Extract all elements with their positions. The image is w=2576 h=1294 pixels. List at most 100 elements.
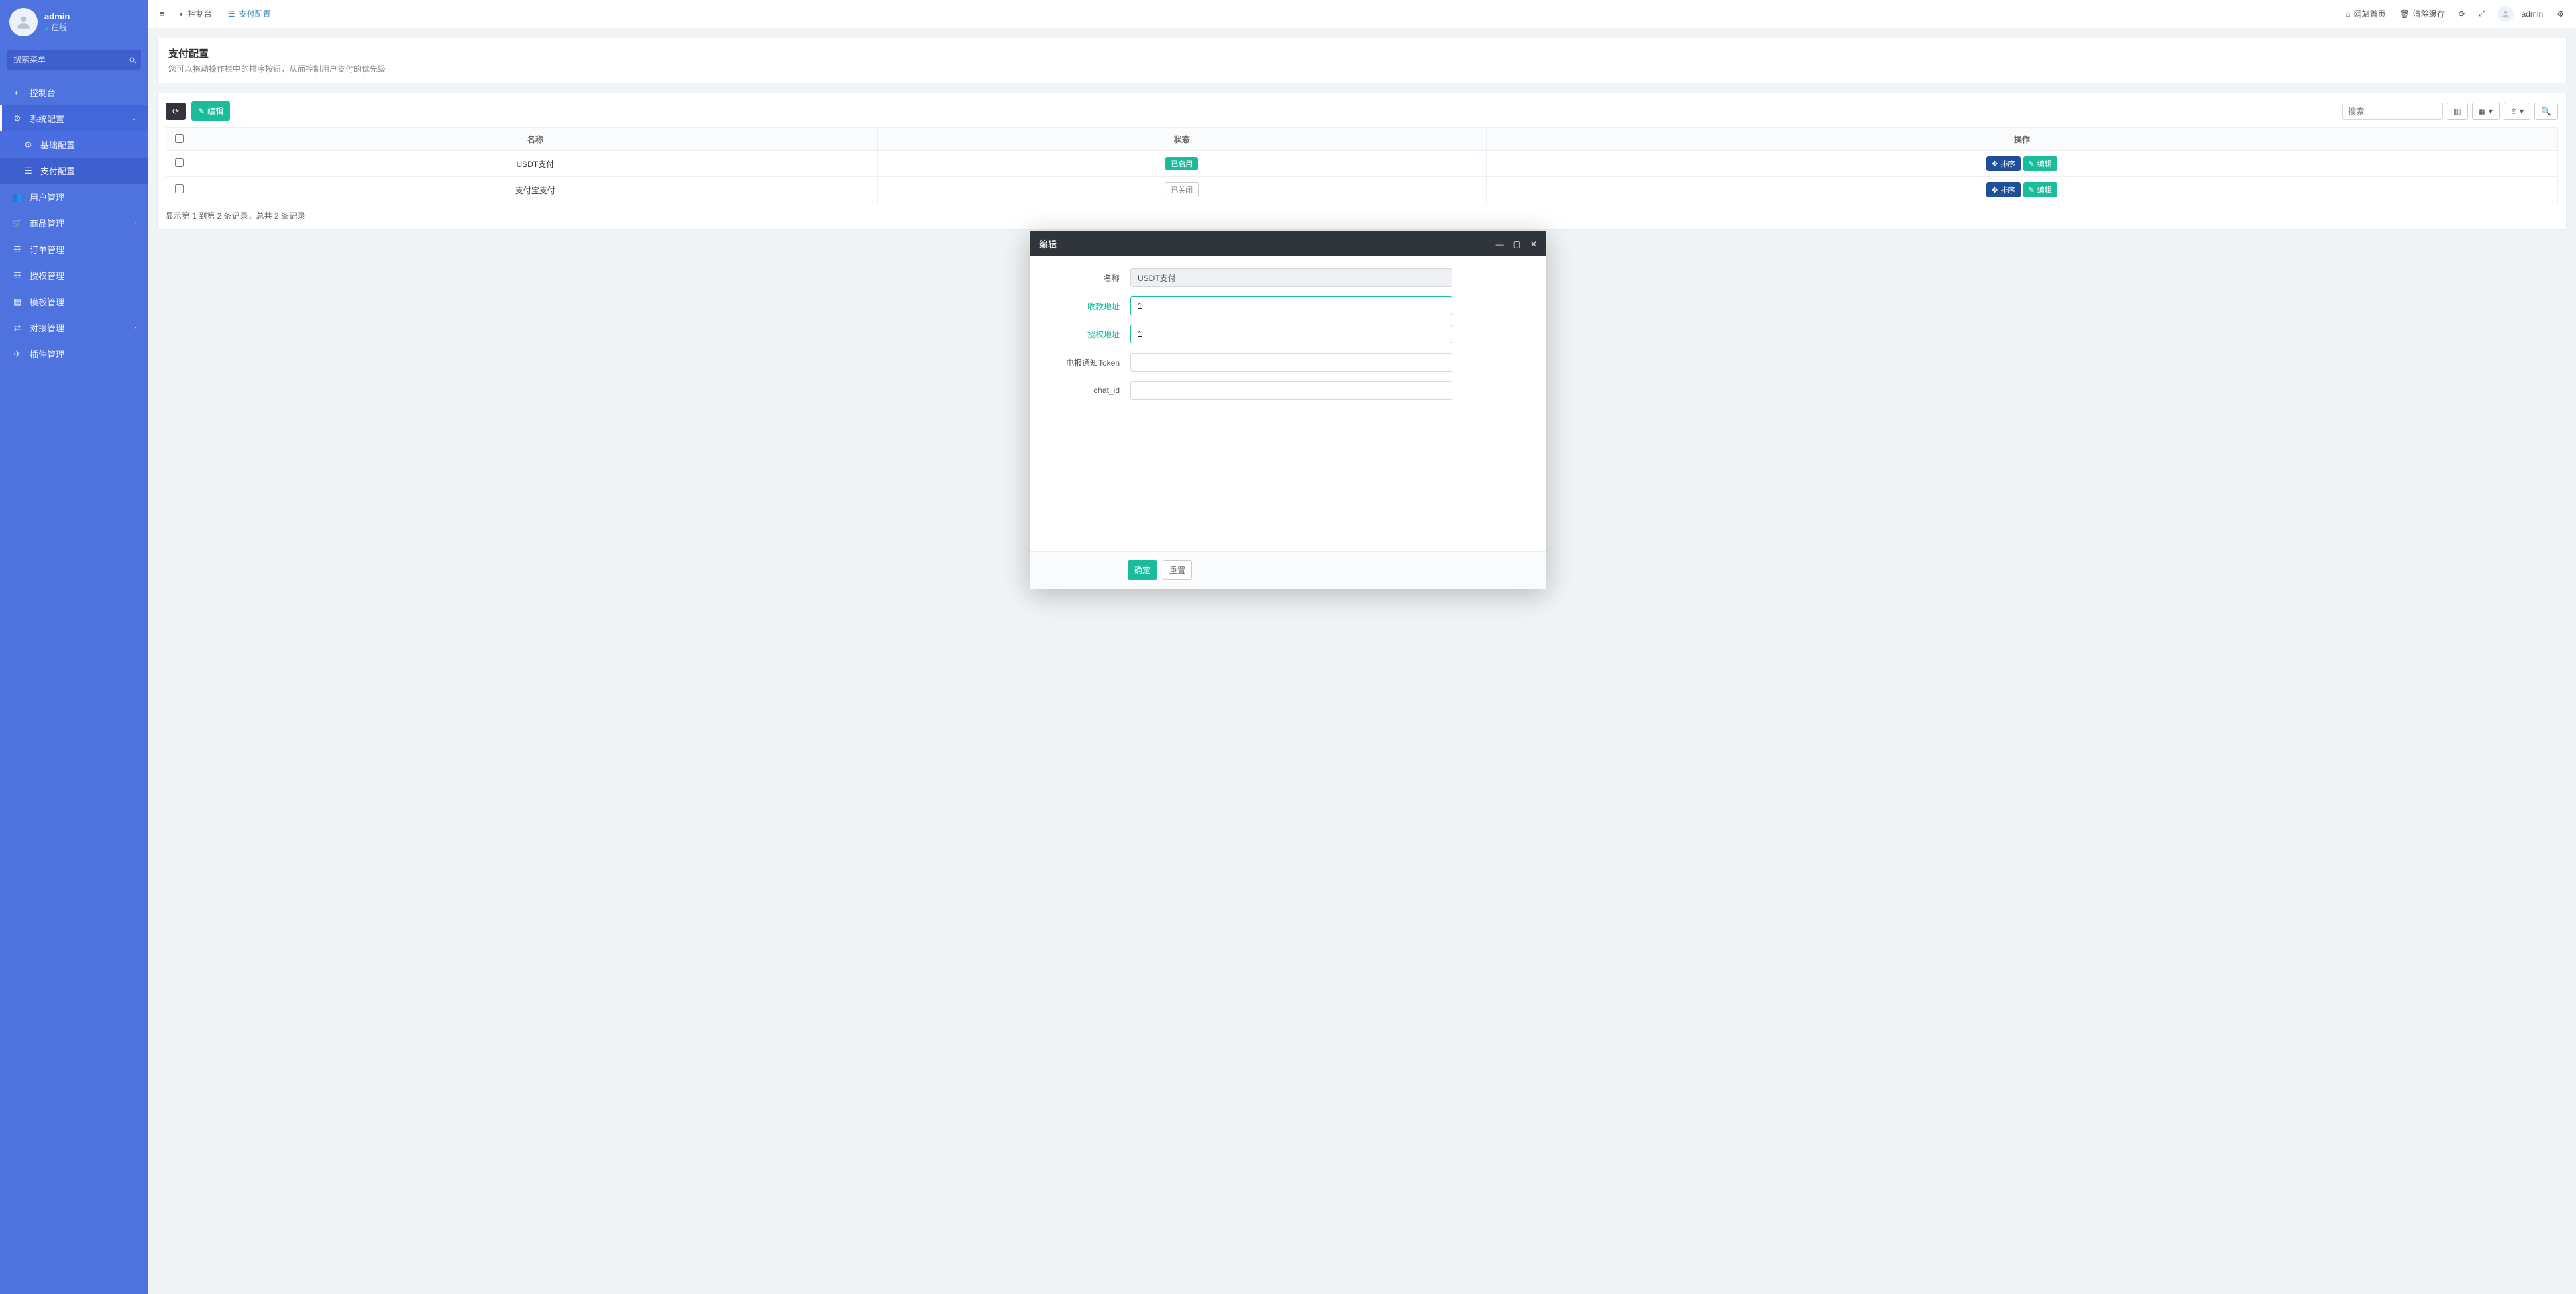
row-checkbox[interactable]	[175, 158, 184, 167]
page-title: 支付配置	[168, 46, 2555, 60]
menu-dashboard[interactable]: ◐ 控制台	[0, 79, 148, 105]
status-badge[interactable]: 已启用	[1165, 157, 1198, 170]
user-menu[interactable]: admin	[2516, 5, 2549, 23]
input-name[interactable]	[1130, 268, 1452, 287]
modal-header[interactable]: 编辑 — ▢ ✕	[1030, 231, 1546, 256]
row-edit-button[interactable]: ✎ 编辑	[2023, 156, 2057, 171]
gears-icon: ⚙	[2557, 9, 2564, 19]
page-subtitle: 您可以拖动操作栏中的排序按钮，从而控制用户支付的优先级	[168, 63, 2555, 74]
sort-button[interactable]: ✥ 排序	[1986, 182, 2021, 197]
col-status[interactable]: 状态	[877, 128, 1486, 151]
list-icon: ☲	[12, 270, 23, 281]
menu-label: 插件管理	[30, 347, 64, 360]
pencil-icon: ✎	[2029, 186, 2035, 195]
sidebar-menu: ◐控制台 ⚙系统配置⌄ ⚙基础配置 ☰支付配置 👥用户管理 🛒商品管理‹ ☲订单…	[0, 79, 148, 367]
template-icon: ▦	[12, 296, 23, 307]
edit-button[interactable]: ✎编辑	[191, 101, 230, 121]
dashboard-icon: ◐	[180, 9, 184, 19]
refresh-icon: ⟳	[172, 107, 179, 116]
link-label: 网站首页	[2354, 8, 2386, 19]
confirm-button[interactable]: 确定	[1128, 560, 1157, 580]
link-icon: ⇄	[12, 323, 23, 333]
refresh-table-button[interactable]: ⟳	[166, 103, 186, 120]
menu-users[interactable]: 👥用户管理	[0, 184, 148, 210]
refresh-button[interactable]: ⟳	[2453, 5, 2471, 23]
gear-icon: ⚙	[12, 113, 23, 124]
label-chat-id: chat_id	[1043, 386, 1130, 395]
modal-footer: 确定 重置	[1030, 551, 1546, 589]
label-telegram-token: 电报通知Token	[1043, 357, 1130, 368]
pager-info: 显示第 1 到第 2 条记录，总共 2 条记录	[166, 210, 2558, 221]
row-checkbox[interactable]	[175, 184, 184, 193]
chevron-left-icon: ‹	[135, 219, 137, 227]
menu-template[interactable]: ▦模板管理	[0, 288, 148, 315]
menu-search-button[interactable]	[124, 50, 141, 70]
payment-table: 名称 状态 操作 USDT支付已启用✥ 排序 ✎ 编辑支付宝支付已关闭✥ 排序 …	[166, 127, 2558, 203]
button-label: 编辑	[207, 105, 223, 117]
input-telegram-token[interactable]	[1130, 353, 1452, 372]
menu-search-input[interactable]	[7, 50, 124, 70]
sort-button[interactable]: ✥ 排序	[1986, 156, 2021, 171]
status-badge[interactable]: 已关闭	[1165, 182, 1199, 197]
link-label: 清除缓存	[2413, 8, 2445, 19]
view-toggle-button[interactable]: ▦ ▾	[2472, 103, 2500, 120]
pencil-icon: ✎	[198, 107, 205, 116]
grid-icon: ▦	[2479, 107, 2486, 116]
home-icon: ⌂	[2345, 9, 2350, 19]
col-name[interactable]: 名称	[193, 128, 878, 151]
menu-label: 用户管理	[30, 191, 64, 203]
move-icon: ✥	[1992, 160, 1998, 168]
tab-dashboard[interactable]: ◐控制台	[173, 4, 219, 23]
dashboard-icon: ◐	[12, 87, 23, 97]
menu-auth[interactable]: ☲ 授权管理	[0, 262, 148, 288]
row-edit-button[interactable]: ✎ 编辑	[2023, 182, 2057, 197]
label-auth-address: 授权地址	[1043, 329, 1130, 340]
table-row: USDT支付已启用✥ 排序 ✎ 编辑	[166, 151, 2558, 177]
input-auth-address[interactable]	[1130, 325, 1452, 343]
edit-modal: 编辑 — ▢ ✕ 名称 收款地址 授权地址 电报通知Token	[1030, 231, 1546, 589]
caret-down-icon: ▾	[2489, 107, 2493, 116]
toggle-sidebar-button[interactable]: ≡	[154, 5, 170, 23]
expand-icon: ⤢	[2479, 9, 2485, 19]
select-all-checkbox[interactable]	[175, 134, 184, 143]
clear-cache-button[interactable]: 🗑清除缓存	[2394, 4, 2451, 23]
sidebar: admin 在线 ◐控制台 ⚙系统配置⌄ ⚙基础配置 ☰支付配置 👥用户管理 🛒…	[0, 0, 148, 1294]
menu-goods[interactable]: 🛒商品管理‹	[0, 210, 148, 236]
menu-plugins[interactable]: ✈插件管理	[0, 341, 148, 367]
reset-button[interactable]: 重置	[1163, 560, 1192, 580]
search-toggle-button[interactable]: 🔍	[2534, 103, 2558, 120]
menu-label: 订单管理	[30, 243, 64, 256]
input-recv-address[interactable]	[1130, 296, 1452, 315]
menu-label: 系统配置	[30, 112, 64, 125]
minimize-icon[interactable]: —	[1496, 239, 1504, 249]
tab-payment[interactable]: ☰支付配置	[221, 4, 278, 23]
col-action[interactable]: 操作	[1486, 128, 2557, 151]
table-panel: ⟳ ✎编辑 ▥ ▦ ▾ ⇪ ▾ 🔍 名称	[157, 93, 2567, 230]
menu-label: 商品管理	[30, 217, 64, 229]
fullscreen-button[interactable]: ⤢	[2473, 5, 2491, 23]
columns-button[interactable]: ▥	[2447, 103, 2467, 120]
cell-name: 支付宝支付	[193, 177, 878, 203]
move-icon: ✥	[1992, 186, 1998, 195]
columns-icon: ▥	[2453, 107, 2461, 116]
menu-system[interactable]: ⚙系统配置⌄	[0, 105, 148, 131]
menu-icon: ≡	[160, 9, 165, 19]
menu-integrate[interactable]: ⇄对接管理‹	[0, 315, 148, 341]
input-chat-id[interactable]	[1130, 381, 1452, 400]
user-name: admin	[44, 11, 70, 21]
table-row: 支付宝支付 已关闭 ✥ 排序 ✎ 编辑	[166, 177, 2558, 203]
menu-orders[interactable]: ☲订单管理	[0, 236, 148, 262]
list-icon: ☰	[228, 9, 235, 19]
menu-label: 授权管理	[30, 269, 64, 282]
menu-label: 支付配置	[40, 164, 75, 177]
menu-label: 控制台	[30, 86, 56, 99]
menu-basic-config[interactable]: ⚙基础配置	[0, 131, 148, 158]
menu-payment-config[interactable]: ☰支付配置	[0, 158, 148, 184]
settings-button[interactable]: ⚙	[2551, 5, 2569, 23]
maximize-icon[interactable]: ▢	[1513, 239, 1521, 249]
username-label: admin	[2522, 9, 2544, 19]
table-search-input[interactable]	[2342, 103, 2443, 120]
close-icon[interactable]: ✕	[1530, 239, 1537, 249]
export-button[interactable]: ⇪ ▾	[2504, 103, 2530, 120]
home-link[interactable]: ⌂ 网站首页	[2340, 4, 2391, 23]
